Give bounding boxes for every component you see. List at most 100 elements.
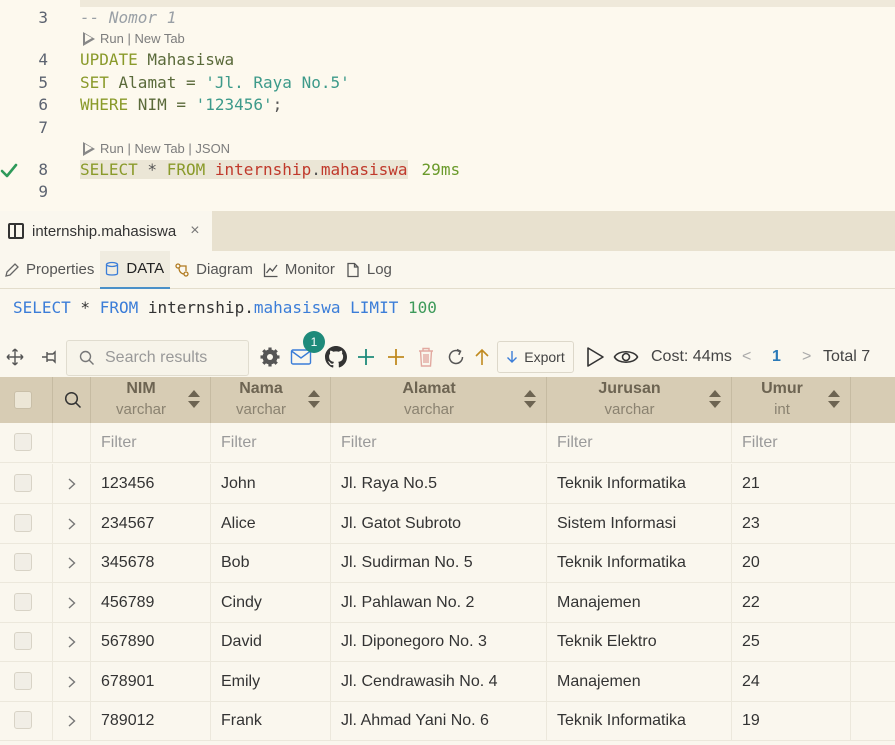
cell-nama[interactable]: Bob — [211, 543, 331, 583]
cell-jurusan[interactable]: Teknik Informatika — [547, 701, 732, 741]
editor-line[interactable]: 9 — [0, 181, 895, 203]
cell-nama[interactable]: Alice — [211, 503, 331, 544]
row-checkbox[interactable] — [14, 513, 32, 532]
prev-page-button[interactable]: < — [742, 337, 751, 377]
tab-diagram[interactable]: Diagram — [170, 251, 259, 289]
move-icon[interactable] — [4, 337, 26, 377]
cell-nim[interactable]: 456789 — [91, 582, 211, 623]
cell-jurusan[interactable]: Teknik Informatika — [547, 464, 732, 504]
filter-input-nama[interactable]: Filter — [211, 423, 331, 463]
row-checkbox[interactable] — [14, 553, 32, 571]
tab-properties[interactable]: Properties — [0, 251, 100, 289]
chevron-right-icon[interactable] — [67, 478, 77, 490]
header-search-cell[interactable] — [53, 377, 91, 423]
play-icon[interactable] — [82, 142, 95, 156]
filter-input-jurusan[interactable]: Filter — [547, 423, 732, 463]
search-results-field[interactable] — [66, 340, 249, 376]
filter-input-nim[interactable]: Filter — [91, 423, 211, 463]
select-all-checkbox[interactable] — [14, 391, 32, 409]
close-icon[interactable]: × — [190, 222, 199, 240]
eye-icon[interactable] — [612, 337, 640, 377]
filter-input-umur[interactable]: Filter — [732, 423, 851, 463]
cell-alamat[interactable]: Jl. Pahlawan No. 2 — [331, 582, 547, 623]
row-checkbox[interactable] — [14, 592, 32, 611]
cell-umur[interactable]: 21 — [732, 464, 851, 504]
row-expand-cell[interactable] — [53, 543, 91, 583]
refresh-icon[interactable] — [445, 337, 467, 377]
pin-icon[interactable] — [38, 337, 60, 377]
row-expand-cell[interactable] — [53, 464, 91, 504]
tab-monitor[interactable]: Monitor — [259, 251, 341, 289]
chevron-right-icon[interactable] — [67, 517, 77, 530]
cell-alamat[interactable]: Jl. Sudirman No. 5 — [331, 543, 547, 583]
chevron-right-icon[interactable] — [67, 675, 77, 688]
editor-line[interactable]: 7 — [0, 117, 895, 139]
executed-query[interactable]: SELECT * FROM internship.mahasiswa LIMIT… — [13, 297, 437, 319]
add-row-icon[interactable] — [355, 337, 377, 377]
sort-icon[interactable] — [524, 390, 536, 410]
cell-nim[interactable]: 789012 — [91, 701, 211, 741]
codelens-label[interactable]: Run | New Tab | JSON — [100, 141, 230, 157]
arrow-up-icon[interactable] — [472, 337, 492, 377]
play-icon[interactable] — [584, 337, 606, 377]
editor-line[interactable]: 5 SET Alamat = 'Jl. Raya No.5' — [0, 72, 895, 94]
sort-icon[interactable] — [188, 390, 200, 410]
cell-alamat[interactable]: Jl. Cendrawasih No. 4 — [331, 661, 547, 702]
column-header-alamat[interactable]: Alamat varchar — [331, 377, 547, 423]
cell-umur[interactable]: 25 — [732, 622, 851, 662]
codelens-run[interactable]: Run | New Tab — [82, 31, 185, 47]
search-input[interactable] — [105, 349, 245, 367]
column-header-nim[interactable]: NIM varchar — [91, 377, 211, 423]
trash-icon[interactable] — [415, 337, 437, 377]
row-checkbox[interactable] — [14, 671, 32, 690]
sort-icon[interactable] — [308, 390, 320, 410]
row-checkbox[interactable] — [14, 433, 32, 451]
codelens-label[interactable]: Run | New Tab — [100, 31, 185, 47]
sql-editor[interactable]: 3 -- Nomor 1 Run | New Tab 4 UPDATE Maha… — [0, 0, 895, 211]
table-row[interactable]: 123456 John Jl. Raya No.5 Teknik Informatik… — [0, 464, 895, 504]
editor-line-selected[interactable]: 8 SELECT * FROM internship.mahasiswa 29ms — [0, 159, 895, 181]
cell-umur[interactable]: 24 — [732, 661, 851, 702]
cell-nama[interactable]: Frank — [211, 701, 331, 741]
cell-alamat[interactable]: Jl. Ahmad Yani No. 6 — [331, 701, 547, 741]
column-header-nama[interactable]: Nama varchar — [211, 377, 331, 423]
insert-icon[interactable] — [385, 337, 407, 377]
tab-data[interactable]: DATA — [100, 250, 171, 289]
codelens-run-json[interactable]: Run | New Tab | JSON — [82, 141, 230, 157]
cell-nim[interactable]: 234567 — [91, 503, 211, 544]
cell-umur[interactable]: 23 — [732, 503, 851, 544]
cell-nama[interactable]: Emily — [211, 661, 331, 702]
table-row[interactable]: 456789 Cindy Jl. Pahlawan No. 2 Manajemen 22 — [0, 582, 895, 623]
cell-jurusan[interactable]: Manajemen — [547, 582, 732, 623]
chevron-right-icon[interactable] — [67, 557, 77, 569]
tab-log[interactable]: Log — [341, 251, 398, 289]
editor-line[interactable]: 6 WHERE NIM = '123456'; — [0, 94, 895, 116]
row-checkbox[interactable] — [14, 632, 32, 650]
sort-icon[interactable] — [828, 390, 840, 410]
cell-nim[interactable]: 678901 — [91, 661, 211, 702]
row-checkbox[interactable] — [14, 711, 32, 729]
cell-nama[interactable]: David — [211, 622, 331, 662]
table-row[interactable]: 234567 Alice Jl. Gatot Subroto Sistem Infor… — [0, 503, 895, 544]
cell-nim[interactable]: 567890 — [91, 622, 211, 662]
result-tab[interactable]: internship.mahasiswa × — [0, 211, 212, 251]
row-expand-cell[interactable] — [53, 661, 91, 702]
current-page[interactable]: 1 — [772, 337, 781, 377]
github-icon[interactable] — [324, 337, 348, 377]
sort-icon[interactable] — [709, 390, 721, 410]
editor-line[interactable]: 4 UPDATE Mahasiswa — [0, 49, 895, 71]
cell-jurusan[interactable]: Manajemen — [547, 661, 732, 702]
cell-nim[interactable]: 345678 — [91, 543, 211, 583]
column-header-umur[interactable]: Umur int — [732, 377, 851, 423]
column-header-jurusan[interactable]: Jurusan varchar — [547, 377, 732, 423]
next-page-button[interactable]: > — [802, 337, 811, 377]
cell-alamat[interactable]: Jl. Diponegoro No. 3 — [331, 622, 547, 662]
play-icon[interactable] — [82, 32, 95, 46]
chevron-right-icon[interactable] — [67, 715, 77, 727]
cell-umur[interactable]: 22 — [732, 582, 851, 623]
cell-nama[interactable]: Cindy — [211, 582, 331, 623]
gear-icon[interactable] — [258, 337, 282, 377]
search-icon[interactable] — [64, 391, 82, 409]
cell-umur[interactable]: 20 — [732, 543, 851, 583]
cell-umur[interactable]: 19 — [732, 701, 851, 741]
